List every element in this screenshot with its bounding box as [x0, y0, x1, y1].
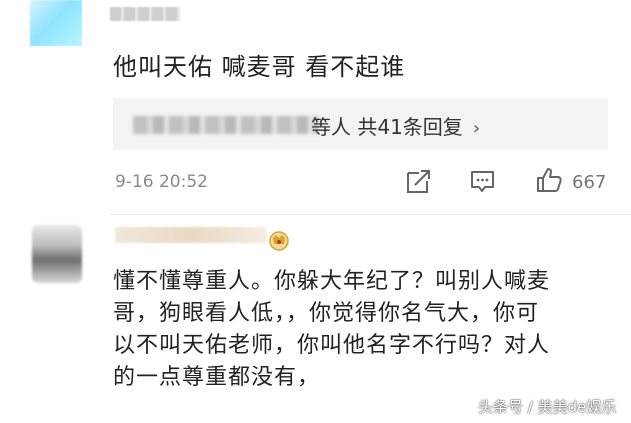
comment-timestamp: 9-16 20:52	[115, 172, 208, 192]
reply-names-blurred	[133, 116, 318, 134]
divider	[110, 214, 631, 215]
comment-line: 的一点尊重都没有，	[113, 365, 321, 390]
replies-preview[interactable]: 等人 共41条回复 ›	[113, 98, 608, 150]
comment-text: 懂不懂尊重人。你躲大年纪了？叫别人喊麦 哥，狗眼看人低，，你觉得你名气大，你可 …	[113, 266, 623, 394]
comment-line: 懂不懂尊重人。你躲大年纪了？叫别人喊麦	[113, 269, 551, 294]
username-blurred[interactable]	[115, 227, 267, 243]
comment-text: 他叫天佑 喊麦哥 看不起谁	[113, 53, 406, 81]
comment-line: 以不叫天佑老师，你叫他名字不行吗？对人	[113, 333, 551, 358]
watermark: 头条号 / 美美de娱乐	[478, 398, 617, 416]
share-icon[interactable]	[405, 168, 432, 195]
reply-summary[interactable]: 等人 共41条回复 ›	[311, 111, 480, 140]
reply-summary-label: 等人 共41条回复	[311, 115, 463, 139]
thumbs-up-icon[interactable]	[535, 166, 563, 194]
avatar[interactable]	[30, 0, 82, 46]
like-count: 667	[572, 172, 607, 193]
avatar[interactable]	[32, 225, 82, 283]
comment-icon[interactable]	[469, 168, 496, 195]
vip-badge-icon	[269, 231, 289, 251]
chevron-right-icon: ›	[472, 118, 481, 139]
comment-line: 哥，狗眼看人低，，你觉得你名气大，你可	[113, 301, 540, 326]
username-blurred[interactable]	[110, 7, 180, 21]
